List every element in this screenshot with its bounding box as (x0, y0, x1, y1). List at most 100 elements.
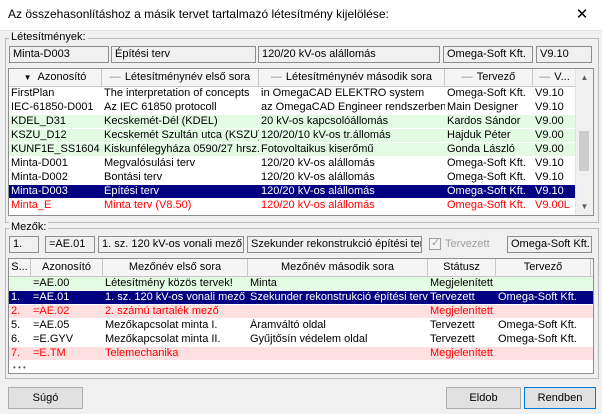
facilities-scrollbar[interactable]: ▲ ▼ (575, 69, 593, 215)
field-row[interactable]: 6. =E.GYV Mezőkapcsolat minta II. Gyűjtősín… (9, 333, 593, 346)
field-cell: 7. (11, 347, 21, 359)
field-cell (9, 277, 31, 290)
facility-cell: Kardos Sándor (447, 115, 521, 127)
field-row[interactable]: 1. =AE.01 1. sz. 120 kV-os vonali mező Szek… (9, 291, 593, 304)
facility-cell: Hajduk Péter (447, 129, 511, 141)
col-header-designer[interactable]: — Tervező (445, 69, 533, 86)
col-header-field-designer[interactable]: Tervező (496, 259, 591, 276)
facility-row[interactable]: Minta_E Minta terv (V8.50) 120/20 kV-os al… (9, 199, 577, 212)
field-cell: 2. (11, 305, 21, 317)
scroll-up-icon[interactable]: ▲ (576, 69, 593, 86)
field-row[interactable]: 7. =E.TM Telemechanika Megjelenített (9, 347, 593, 360)
field-cell: Létesítmény közös tervek! (105, 277, 233, 289)
field-cell: =AE.01 (33, 291, 70, 303)
facility-row[interactable]: FirstPlan The interpretation of concepts i… (9, 87, 577, 100)
field-cell: Mezőkapcsolat minta I. (105, 319, 218, 331)
ok-button[interactable]: Rendben (524, 387, 596, 409)
tervezett-checkbox[interactable] (429, 236, 441, 250)
field-row[interactable]: =AE.00 Létesítmény közös tervek! Minta Megj… (9, 277, 593, 290)
col-header-name1[interactable]: — Létesítménynév első sora (102, 69, 259, 86)
col-header-name2[interactable]: — Létesítménynév második sora (259, 69, 445, 86)
field-cell: Minta (250, 277, 277, 289)
facility-row[interactable]: KUNF1E_SS1604 Kiskunfélegyháza 0590/27 hr… (9, 143, 577, 156)
scroll-thumb[interactable] (579, 131, 589, 171)
facilities-table[interactable]: ▼ Azonosító — Létesítménynév első sora — Lé… (8, 68, 594, 216)
facility-cell: Omega-Soft Kft. (447, 171, 526, 183)
facility-row[interactable]: Minta-D003 Építési terv 120/20 kV-os aláll… (9, 185, 577, 198)
facility-cell: V9.10 (535, 171, 564, 183)
field-cell: 2. számú tartalék mező (105, 305, 219, 317)
field-cell: Omega-Soft Kft. (498, 333, 577, 345)
facility-row[interactable]: KDEL_D31 Kecskemét-Dél (KDEL) 20 kV-os kap… (9, 115, 577, 128)
title-bar: Az összehasonlításhoz a másik tervet tar… (0, 0, 602, 31)
field-cell: Tervezett (430, 319, 475, 331)
facility-cell: Omega-Soft Kft. (447, 199, 526, 211)
facility-row[interactable]: IEC-61850-D001 Az IEC 61850 protocoll az O… (9, 101, 577, 114)
facility-row[interactable]: KSZU_D12 Kecskemét Szultán utca (KSZU) 120… (9, 129, 577, 142)
help-button[interactable]: Súgó (8, 387, 83, 409)
col-header-field-name2[interactable]: Mezőnév második sora (248, 259, 428, 276)
discard-button[interactable]: Eldob (446, 387, 521, 409)
field-cell: Megjelenített (430, 347, 493, 359)
field-cell: =AE.05 (33, 319, 70, 331)
field-row[interactable]: 5. =AE.05 Mezőkapcsolat minta I. Áramváltó … (9, 319, 593, 332)
col-header-field-name1[interactable]: Mezőnév első sora (103, 259, 248, 276)
facility-cell: The interpretation of concepts (104, 87, 250, 99)
field-cell: 1. (11, 291, 21, 303)
facility-designer-field: Omega-Soft Kft. (443, 46, 533, 63)
fields-group-label: Mezők: (9, 221, 49, 233)
facility-cell: Kecskemét Szultán utca (KSZU) (104, 129, 259, 141)
facility-cell: FirstPlan (11, 87, 55, 99)
facility-id-field: Minta-D003 (9, 46, 109, 63)
facility-cell: 120/20 kV-os alállomás (261, 157, 375, 169)
field-cell (496, 347, 591, 360)
col-header-field-status[interactable]: Státusz (428, 259, 496, 276)
facility-cell: Minta terv (V8.50) (104, 199, 192, 211)
facility-cell: 20 kV-os kapcsolóállomás (261, 115, 389, 127)
col-header-id[interactable]: ▼ Azonosító (9, 69, 102, 86)
facility-cell: V9.10 (535, 87, 564, 99)
close-icon[interactable]: ✕ (562, 0, 602, 30)
facility-cell: KSZU_D12 (11, 129, 67, 141)
col-header-version[interactable]: — V... (533, 69, 577, 86)
facility-cell: Minta_E (11, 199, 52, 211)
facility-row[interactable]: Minta-D001 Megvalósulási terv 120/20 kV-os… (9, 157, 577, 170)
facility-row[interactable]: Minta-D002 Bontási terv 120/20 kV-os aláll… (9, 171, 577, 184)
field-cell: Megjelenített (430, 277, 493, 289)
field-cell: Omega-Soft Kft. (498, 319, 577, 331)
field-cell: Tervezett (430, 333, 475, 345)
facility-cell: 120/20/10 kV-os tr.állomás (261, 129, 391, 141)
facility-cell: 120/20 kV-os alállomás (261, 185, 375, 197)
facility-cell: KDEL_D31 (11, 115, 67, 127)
field-name1-field: 1. sz. 120 kV-os vonali mező (98, 236, 244, 253)
facility-cell: KUNF1E_SS1604 (11, 143, 100, 155)
facility-cell: V9.00L (535, 199, 570, 211)
field-cell: Mezőkapcsolat minta II. (105, 333, 221, 345)
col-header-status-short[interactable]: S... (9, 259, 31, 276)
facility-cell: in OmegaCAD ELEKTRO system (261, 87, 425, 99)
field-cell: 6. (11, 333, 21, 345)
field-cell: Áramváltó oldal (250, 319, 326, 331)
facility-cell: 120/20 kV-os alállomás (261, 171, 375, 183)
facility-cell: Fotovoltaikus kiserőmű (261, 143, 374, 155)
facility-cell: V9.00 (535, 129, 564, 141)
facility-cell: az OmegaCAD Engineer rendszerben (261, 101, 445, 113)
field-row[interactable]: 2. =AE.02 2. számú tartalék mező Megjelenít… (9, 305, 593, 318)
facilities-header: ▼ Azonosító — Létesítménynév első sora — Lé… (9, 69, 577, 87)
scroll-down-icon[interactable]: ▼ (576, 198, 593, 215)
col-header-field-id[interactable]: Azonosító (31, 259, 103, 276)
field-cell: Omega-Soft Kft. (498, 291, 577, 303)
field-cell (248, 305, 428, 318)
facility-name1-field: Építési terv (111, 46, 256, 63)
fields-table[interactable]: S... Azonosító Mezőnév első sora Mezőnév… (8, 258, 594, 374)
facility-cell: IEC-61850-D001 (11, 101, 94, 113)
field-cell: Telemechanika (105, 347, 179, 359)
field-designer-field: Omega-Soft Kft. (507, 236, 592, 253)
facility-cell: V9.00 (535, 115, 564, 127)
facility-cell: Minta-D003 (11, 185, 68, 197)
field-cell: Gyűjtősín védelem oldal (250, 333, 368, 345)
field-cell: 1. sz. 120 kV-os vonali mező (105, 291, 246, 303)
field-cell: Szekunder rekonstrukció építési terv (250, 291, 428, 303)
facility-cell: Kiskunfélegyháza 0590/27 hrsz. (104, 143, 259, 155)
field-status-field: 1. (9, 236, 39, 253)
